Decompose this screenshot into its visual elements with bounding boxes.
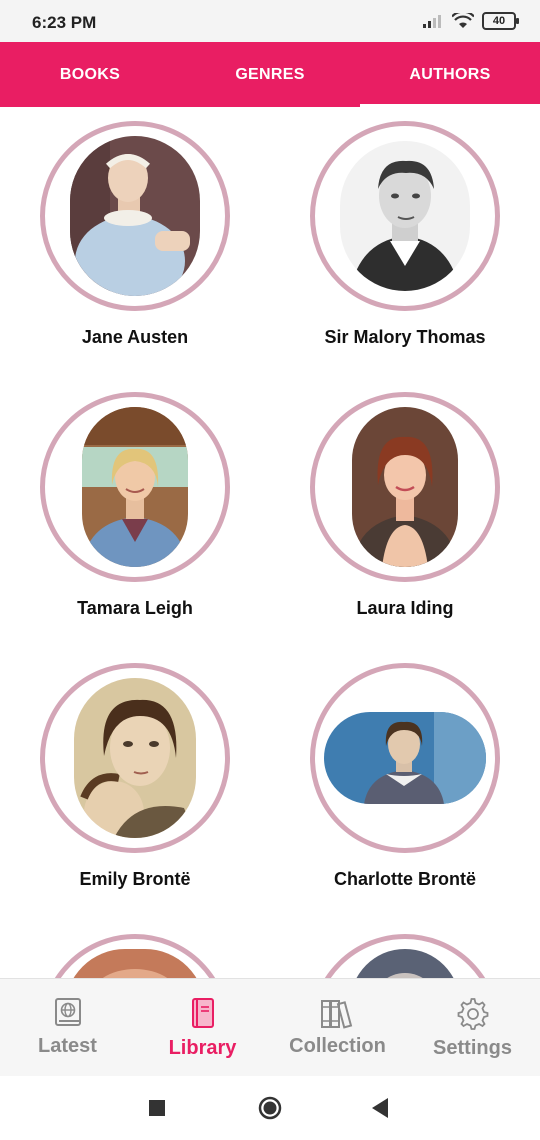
author-avatar-ring	[310, 934, 500, 978]
gear-icon	[457, 998, 488, 1030]
authors-grid: Jane Austen Sir Malory Thomas Tamara Lei…	[0, 107, 540, 978]
author-avatar-ring	[40, 663, 230, 853]
tab-books[interactable]: BOOKS	[0, 42, 180, 107]
back-button[interactable]	[372, 1098, 388, 1118]
status-bar: 6:23 PM 40	[0, 0, 540, 42]
author-name: Sir Malory Thomas	[324, 327, 486, 347]
nav-settings-label: Settings	[433, 1037, 512, 1059]
author-avatar-ring	[310, 121, 500, 311]
author-name: Tamara Leigh	[77, 598, 193, 618]
status-time: 6:23 PM	[32, 13, 97, 32]
author-name: Laura Iding	[356, 598, 454, 618]
home-button[interactable]	[258, 1096, 282, 1120]
nav-library-label: Library	[168, 1037, 237, 1059]
author-portrait	[82, 407, 188, 567]
author-portrait	[340, 141, 470, 291]
globe-book-icon	[54, 998, 81, 1026]
nav-latest[interactable]: Latest	[0, 979, 135, 1076]
author-card-laura-iding[interactable]: Laura Iding	[270, 378, 540, 649]
battery-icon: 40	[482, 12, 519, 30]
battery-level: 40	[492, 15, 506, 27]
author-avatar-ring	[310, 663, 500, 853]
author-portrait	[74, 678, 196, 838]
nav-latest-label: Latest	[38, 1035, 97, 1057]
author-portrait	[324, 712, 486, 804]
tab-genres-label: GENRES	[235, 65, 305, 83]
tab-genres[interactable]: GENRES	[180, 42, 360, 107]
author-portrait	[352, 407, 458, 567]
author-card-charlotte-bronte[interactable]: Charlotte Brontë	[270, 649, 540, 920]
author-portrait	[350, 949, 460, 978]
author-card-jane-austen[interactable]: Jane Austen	[0, 107, 270, 378]
nav-collection-label: Collection	[289, 1035, 386, 1057]
author-portrait	[70, 136, 200, 296]
tab-bar: BOOKS GENRES AUTHORS	[0, 42, 540, 107]
nav-collection[interactable]: Collection	[270, 979, 405, 1076]
signal-icon	[423, 15, 441, 28]
wifi-icon	[452, 13, 474, 28]
author-name: Emily Brontë	[79, 869, 191, 889]
status-icons: 40	[422, 12, 519, 30]
book-icon	[191, 998, 214, 1028]
nav-settings[interactable]: Settings	[405, 979, 540, 1076]
system-navigation-bar	[0, 1076, 540, 1140]
author-name: Charlotte Brontë	[333, 869, 476, 889]
author-card-partial[interactable]	[0, 920, 270, 978]
author-name: Jane Austen	[81, 327, 189, 347]
tab-authors-label: AUTHORS	[409, 65, 491, 83]
author-avatar-ring	[40, 934, 230, 978]
tab-books-label: BOOKS	[59, 65, 121, 83]
bottom-navigation: Latest Library Collection Settings	[0, 978, 540, 1076]
bookshelf-icon	[320, 1000, 352, 1029]
tab-authors[interactable]: AUTHORS	[360, 42, 540, 107]
recents-button[interactable]	[149, 1100, 165, 1116]
author-avatar-ring	[40, 392, 230, 582]
author-card-emily-bronte[interactable]: Emily Brontë	[0, 649, 270, 920]
author-avatar-ring	[40, 121, 230, 311]
author-card-sir-malory-thomas[interactable]: Sir Malory Thomas	[270, 107, 540, 378]
author-portrait	[65, 949, 205, 978]
author-card-tamara-leigh[interactable]: Tamara Leigh	[0, 378, 270, 649]
author-avatar-ring	[310, 392, 500, 582]
author-card-partial[interactable]	[270, 920, 540, 978]
nav-library[interactable]: Library	[135, 979, 270, 1076]
